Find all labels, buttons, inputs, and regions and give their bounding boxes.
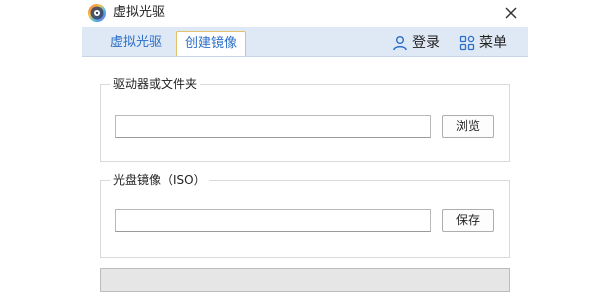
login-button[interactable]: 登录 — [392, 32, 444, 54]
browse-button[interactable]: 浏览 — [442, 115, 494, 138]
source-path-input[interactable] — [115, 115, 431, 138]
screen: 虚拟光驱 虚拟光驱 创建镜像 登录 菜单 驱动器或文件夹 浏览 光盘镜像（ISO… — [0, 0, 610, 305]
close-icon[interactable] — [500, 2, 522, 24]
tab-create-image[interactable]: 创建镜像 — [176, 31, 246, 56]
grid-menu-icon — [459, 35, 475, 51]
disc-logo-icon — [88, 4, 106, 22]
save-button[interactable]: 保存 — [442, 209, 494, 232]
window-title: 虚拟光驱 — [113, 5, 166, 20]
user-icon — [393, 36, 407, 51]
title-bar: 虚拟光驱 — [82, 0, 528, 27]
login-label: 登录 — [412, 35, 440, 51]
source-group: 驱动器或文件夹 浏览 — [100, 75, 510, 162]
progress-bar — [100, 268, 510, 292]
tab-bar: 虚拟光驱 创建镜像 登录 菜单 — [82, 27, 528, 57]
menu-button[interactable]: 菜单 — [459, 32, 511, 54]
source-group-legend: 驱动器或文件夹 — [110, 75, 201, 93]
app-window: 虚拟光驱 虚拟光驱 创建镜像 登录 菜单 驱动器或文件夹 浏览 光盘镜像（ISO… — [82, 0, 528, 305]
iso-group: 光盘镜像（ISO） 保存 — [100, 171, 510, 258]
menu-label: 菜单 — [479, 35, 507, 51]
iso-group-legend: 光盘镜像（ISO） — [110, 171, 209, 189]
tab-virtual-drive[interactable]: 虚拟光驱 — [110, 32, 162, 54]
iso-path-input[interactable] — [115, 209, 431, 232]
